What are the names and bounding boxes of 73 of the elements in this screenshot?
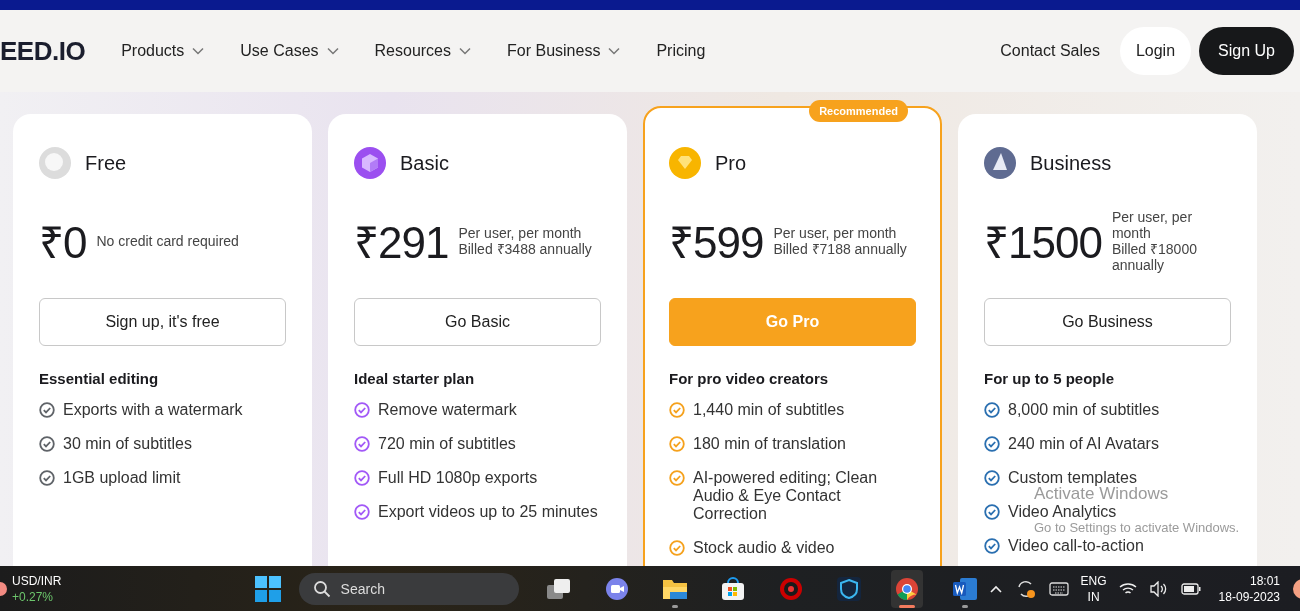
language-indicator[interactable]: ENG [1080,572,1107,589]
feature-text: Video call-to-action [1008,537,1144,555]
contact-sales-link[interactable]: Contact Sales [1000,42,1100,60]
price-note: Per user, per month [458,225,583,241]
language-indicator[interactable]: IN [1087,588,1100,605]
nav-link[interactable]: For Business [507,42,621,60]
feature-text: Video Analytics [1008,503,1117,521]
feature-text: Export videos up to 25 minutes [378,503,598,521]
price-note: Per user, per month [773,225,898,241]
logo[interactable]: EED.IO [0,35,86,67]
plan-name: Basic [400,151,449,175]
plan-button[interactable]: Sign up, it's free [39,298,286,346]
plan-subtitle: Essential editing [39,370,160,387]
plan-price: ₹599 [669,217,764,269]
ticker-name[interactable]: USD/INR [12,572,62,589]
recommended-badge: Recommended [809,100,908,122]
feature-text: 180 min of translation [693,435,846,453]
cube-icon [354,147,386,179]
shopping-bag-icon [719,576,746,601]
speaker-icon[interactable] [1148,580,1169,597]
sail-icon [984,147,1016,179]
plan-name: Pro [715,151,747,175]
start-icon[interactable] [254,575,281,602]
plan-button[interactable]: Go Basic [354,298,601,346]
plan-subtitle: Ideal starter plan [354,370,476,387]
feature-text: 1GB upload limit [63,469,181,487]
shield-icon [835,576,862,601]
nav-link[interactable]: Resources [374,42,471,60]
taskbar-app[interactable] [890,569,923,608]
feature-text: 30 min of subtitles [63,435,192,453]
feature-text: Stock audio & video [693,539,835,557]
login-button[interactable]: Login [1119,27,1192,75]
feature-text: AI-powered editing; Clean Audio & Eye Contact Correction [693,469,879,523]
clock-time[interactable]: 18:01 [1249,572,1280,589]
plan-name: Business [1030,151,1112,175]
price-note: Billed ₹18000 annually [1111,241,1198,273]
plan-price: ₹291 [354,217,449,269]
feature-text: 720 min of subtitles [378,435,516,453]
browser-icon [893,576,920,601]
feature-text: 1,440 min of subtitles [693,401,845,419]
activation-hint: Go to Settings to activate Windows. [1034,521,1240,535]
clock-date[interactable]: 18-09-2023 [1218,588,1280,605]
video-call-icon [603,576,630,601]
plan-name: Free [85,151,127,175]
plan-price: ₹1500 [984,217,1102,269]
price-note: No credit card required [96,233,239,249]
nav-link[interactable]: Use Cases [240,42,339,60]
feature-text: 8,000 min of subtitles [1008,401,1160,419]
feature-text: 240 min of AI Avatars [1008,435,1159,453]
feature-text: Full HD 1080p exports [378,469,538,487]
document-icon [951,576,978,601]
price-note: Per user, per month [1111,209,1194,241]
plan-subtitle: For pro video creators [669,370,830,387]
feature-text: Remove watermark [378,401,517,419]
windows-stack-icon [545,576,572,601]
plan-price: ₹0 [39,217,87,269]
plan-subtitle: For up to 5 people [984,370,1115,387]
sphere-icon [39,147,71,179]
keyboard-icon[interactable] [1048,581,1069,596]
feature-text: Exports with a watermark [63,401,243,419]
price-note: Billed ₹7188 annually [773,241,907,257]
ticker-change: +0.27% [12,588,55,605]
sign-up-button[interactable]: Sign Up [1199,27,1294,75]
plan-button[interactable]: Go Business [984,298,1231,346]
price-note: Billed ₹3488 annually [458,241,592,257]
wifi-icon[interactable] [1118,581,1137,596]
feature-text: Custom templates [1008,469,1137,487]
nav-link[interactable]: Products [121,42,205,60]
activation-notice: Activate Windows [1034,486,1170,502]
search-field[interactable]: Search [298,572,519,605]
chevron-up-icon[interactable] [988,583,1003,594]
nav-link[interactable]: Pricing [656,42,706,60]
battery-icon[interactable] [1180,582,1201,595]
